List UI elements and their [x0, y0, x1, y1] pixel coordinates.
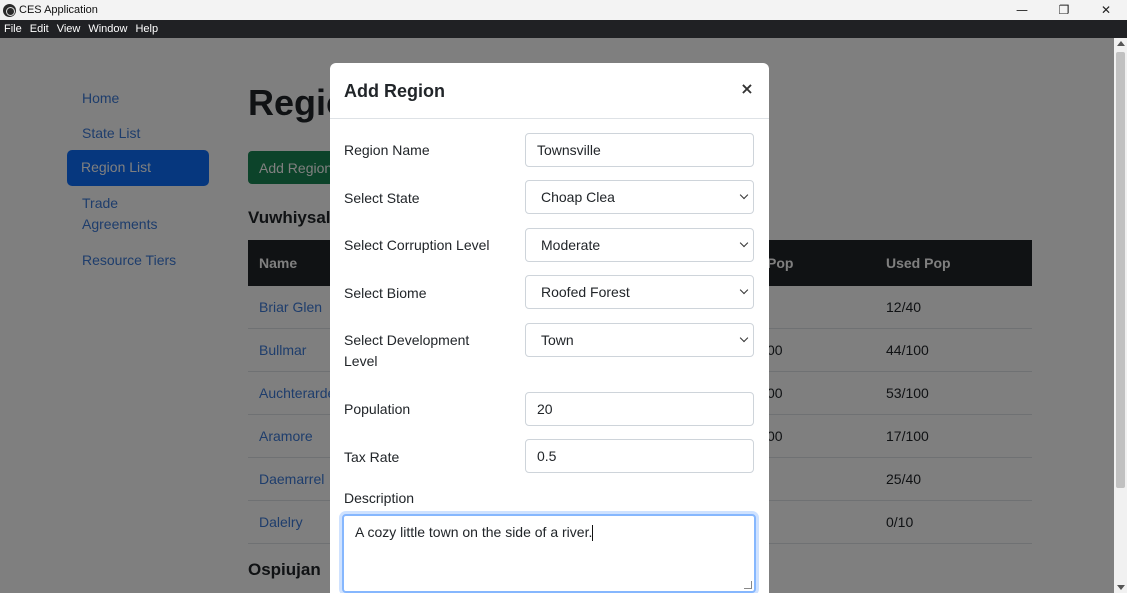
development-label: Select Development Level [344, 332, 470, 369]
close-icon[interactable]: × [738, 80, 756, 98]
biome-select[interactable]: Roofed Forest [525, 275, 754, 309]
menu-window[interactable]: Window [84, 23, 131, 35]
region-name-label: Region Name [344, 142, 430, 158]
window-title: CES Application [19, 4, 98, 16]
description-text: A cozy little town on the side of a rive… [355, 524, 593, 540]
corruption-select[interactable]: Moderate [525, 228, 754, 262]
app-logo-icon [3, 3, 16, 17]
text-caret [592, 525, 594, 542]
resize-grip-icon[interactable] [744, 581, 752, 589]
population-label: Population [344, 401, 411, 417]
corruption-select-value: Moderate [541, 237, 601, 253]
menu-view[interactable]: View [53, 23, 85, 35]
minimize-button[interactable]: — [1001, 0, 1043, 20]
menu-bar: File Edit View Window Help [0, 20, 1127, 38]
state-label: Select State [344, 190, 420, 206]
population-input[interactable]: 20 [525, 392, 754, 426]
chevron-down-icon [739, 190, 749, 200]
biome-label: Select Biome [344, 285, 427, 301]
scrollbar-thumb[interactable] [1116, 52, 1125, 488]
modal-header: Add Region × [330, 63, 769, 119]
description-label: Description [344, 490, 415, 506]
menu-edit[interactable]: Edit [26, 23, 53, 35]
chevron-down-icon [739, 285, 749, 295]
biome-select-value: Roofed Forest [541, 284, 630, 300]
development-select[interactable]: Town [525, 323, 754, 357]
region-name-input[interactable]: Townsville [525, 133, 754, 167]
tax-rate-input[interactable]: 0.5 [525, 439, 754, 473]
chevron-down-icon [739, 333, 749, 343]
chevron-down-icon [739, 238, 749, 248]
description-textarea[interactable]: A cozy little town on the side of a rive… [342, 514, 756, 593]
state-select-value: Choap Clea [541, 189, 615, 205]
state-select[interactable]: Choap Clea [525, 180, 754, 214]
scroll-up-icon[interactable] [1117, 41, 1125, 46]
scroll-down-icon[interactable] [1117, 585, 1125, 590]
restore-button[interactable]: ❐ [1043, 0, 1085, 20]
title-bar: CES Application — ❐ ✕ [0, 0, 1127, 20]
close-window-button[interactable]: ✕ [1085, 0, 1127, 20]
tax-rate-label: Tax Rate [344, 449, 400, 465]
window-controls: — ❐ ✕ [1001, 0, 1127, 20]
menu-help[interactable]: Help [131, 23, 162, 35]
modal-title: Add Region [344, 81, 445, 101]
development-select-value: Town [541, 332, 574, 348]
add-region-modal: Add Region × Region Name Townsville Sele… [330, 63, 769, 593]
corruption-label: Select Corruption Level [344, 237, 490, 253]
scrollbar[interactable] [1114, 38, 1127, 593]
menu-file[interactable]: File [0, 23, 26, 35]
